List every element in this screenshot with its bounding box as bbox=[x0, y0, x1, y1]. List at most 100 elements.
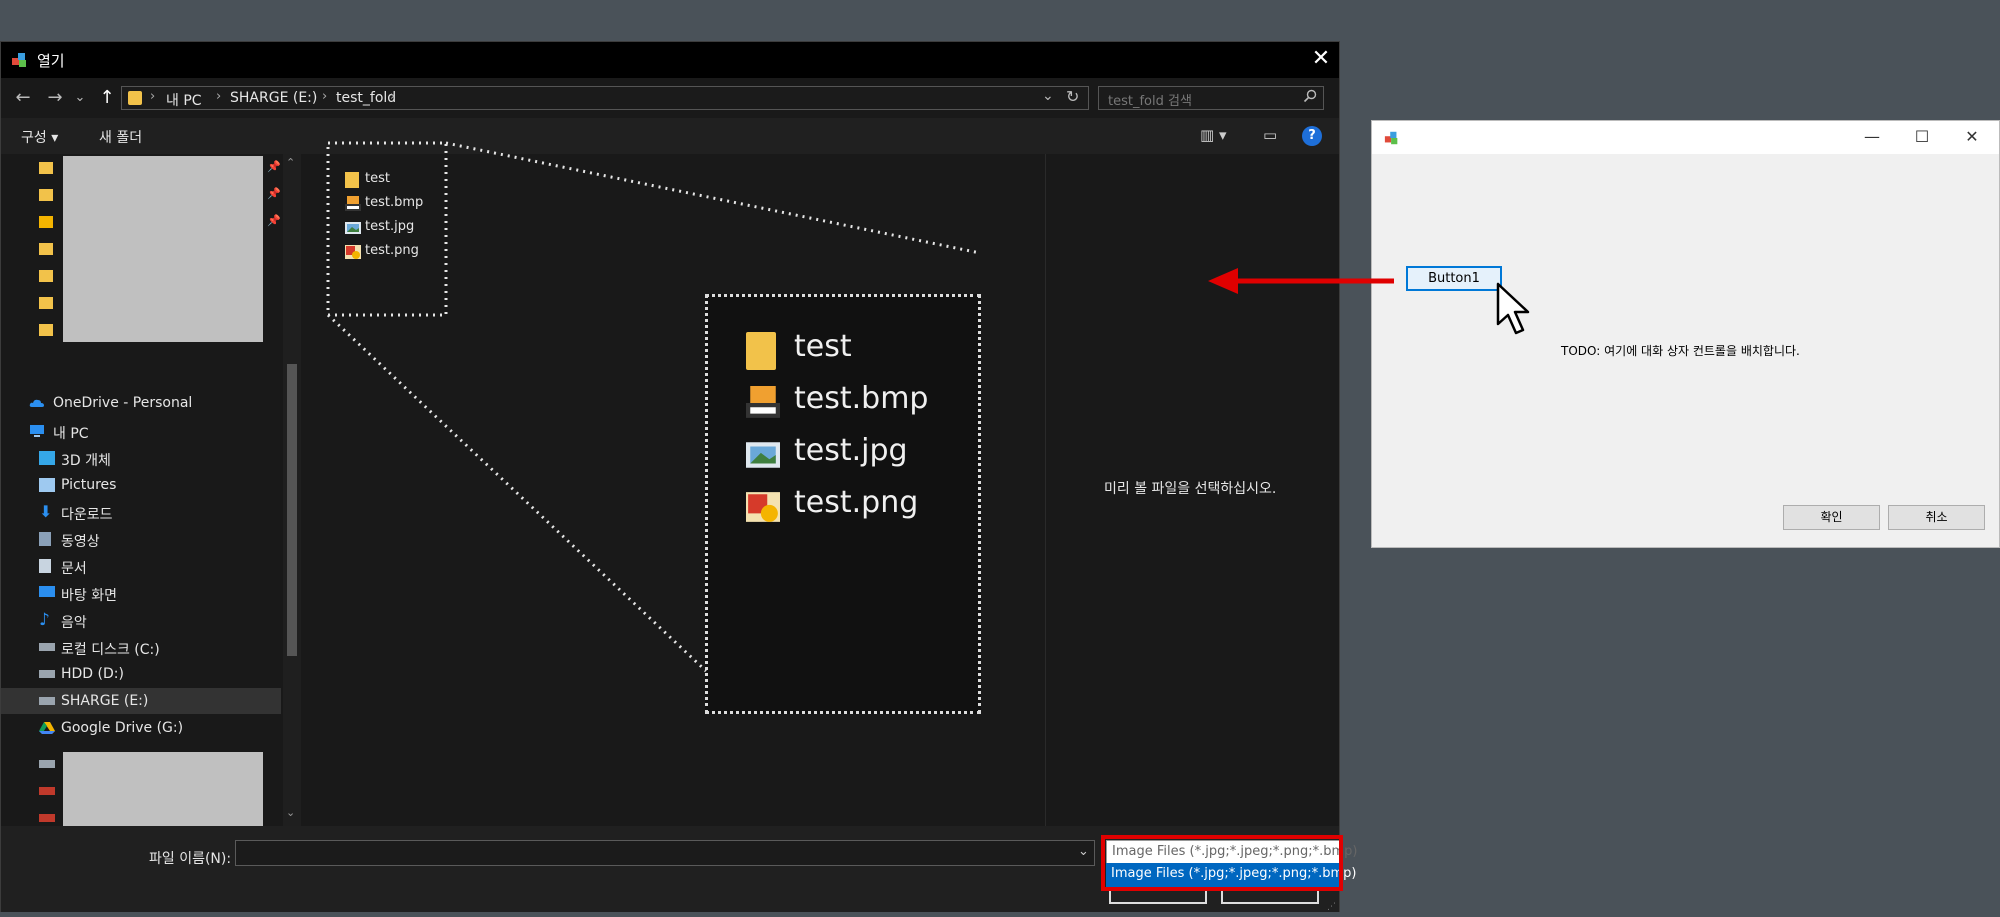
close-icon[interactable]: ✕ bbox=[1949, 123, 1995, 151]
preview-pane: 미리 볼 파일을 선택하십시오. bbox=[1045, 154, 1339, 826]
sidebar-item-label: Pictures bbox=[61, 477, 117, 493]
window-title-bar: — ☐ ✕ bbox=[1372, 121, 1999, 154]
back-icon[interactable]: ← bbox=[11, 86, 35, 110]
todo-prefix: TODO: bbox=[1561, 344, 1601, 358]
sidebar-item-label: OneDrive - Personal bbox=[53, 395, 193, 411]
sidebar-item-hdd-d[interactable]: HDD (D:) bbox=[1, 661, 281, 687]
preview-message: 미리 볼 파일을 선택하십시오. bbox=[1104, 481, 1277, 497]
organize-button[interactable]: 구성 ▾ bbox=[21, 127, 58, 147]
document-icon bbox=[39, 559, 51, 573]
preview-pane-icon[interactable]: ▭ bbox=[1263, 126, 1277, 144]
navigation-pane: 📌 📌 📌 OneDrive - Personal 내 PC 3D 개체 Pic… bbox=[1, 154, 283, 826]
folder-icon bbox=[39, 270, 53, 282]
sidebar-item-this-pc[interactable]: 내 PC bbox=[1, 418, 281, 444]
app-dialog-window: — ☐ ✕ Button1 TODO: 여기에 대화 상자 컨트롤을 배치합니다… bbox=[1371, 120, 2000, 548]
view-options-icon[interactable]: ▥ ▾ bbox=[1200, 126, 1226, 144]
breadcrumb-separator: › bbox=[390, 89, 396, 104]
3d-objects-icon bbox=[39, 451, 55, 465]
sidebar-item-onedrive[interactable]: OneDrive - Personal bbox=[1, 390, 281, 416]
file-name: test.jpg bbox=[365, 219, 415, 234]
dialog-title: 열기 bbox=[37, 52, 65, 70]
sidebar-item-google-drive-g[interactable]: Google Drive (G:) bbox=[1, 715, 281, 741]
help-icon[interactable]: ? bbox=[1302, 126, 1322, 146]
sidebar-item-label: 문서 bbox=[61, 561, 87, 577]
dialog-title-bar: 열기 ✕ bbox=[1, 42, 1339, 78]
scrollbar-thumb[interactable] bbox=[287, 364, 297, 656]
folder-icon bbox=[39, 162, 53, 174]
cancel-button[interactable]: 취소 bbox=[1888, 505, 1985, 530]
command-toolbar: 구성 ▾ 새 폴더 ▥ ▾ ▭ ? bbox=[1, 118, 1339, 154]
bmp-file-icon bbox=[345, 196, 361, 211]
ok-button[interactable]: 확인 bbox=[1783, 505, 1880, 530]
breadcrumb-separator: › bbox=[216, 89, 222, 104]
refresh-icon[interactable]: ↻ bbox=[1066, 87, 1079, 106]
cloud-icon bbox=[29, 399, 44, 407]
filename-input[interactable]: ⌄ bbox=[235, 840, 1095, 866]
redacted-area bbox=[63, 156, 263, 342]
sidebar-item-label: 바탕 화면 bbox=[61, 588, 117, 604]
search-icon[interactable] bbox=[1303, 89, 1317, 103]
folder-icon bbox=[39, 243, 53, 255]
sidebar-item-sharge-e[interactable]: SHARGE (E:) bbox=[1, 688, 281, 714]
jpg-file-icon bbox=[345, 222, 361, 234]
music-icon: ♪ bbox=[39, 610, 50, 630]
zoom-file-name: test.bmp bbox=[794, 381, 929, 416]
navigation-bar: ← → ⌄ ↑ › 내 PC › SHARGE (E:) › test_fold… bbox=[1, 78, 1339, 118]
zoom-file-name: test.png bbox=[794, 485, 919, 520]
sidebar-item-label: 로컬 디스크 (C:) bbox=[61, 642, 160, 658]
folder-icon bbox=[39, 324, 53, 336]
forward-icon[interactable]: → bbox=[43, 86, 67, 110]
sidebar-scrollbar[interactable]: ⌃ ⌄ bbox=[283, 154, 301, 826]
hdd-icon bbox=[39, 670, 55, 678]
video-icon bbox=[39, 532, 51, 546]
chevron-down-icon[interactable]: ⌄ bbox=[1078, 844, 1089, 859]
maximize-icon[interactable]: ☐ bbox=[1899, 123, 1945, 151]
highlight-box bbox=[1101, 835, 1343, 891]
new-folder-button[interactable]: 새 폴더 bbox=[99, 127, 142, 147]
sidebar-item-label: 다운로드 bbox=[61, 507, 113, 523]
redacted-area bbox=[63, 752, 263, 826]
sidebar-item-desktop[interactable]: 바탕 화면 bbox=[1, 580, 281, 606]
recent-locations-icon[interactable]: ⌄ bbox=[73, 86, 87, 110]
app-icon bbox=[12, 53, 26, 67]
zoom-file-name: test.jpg bbox=[794, 433, 908, 468]
sidebar-item-label: SHARGE (E:) bbox=[61, 693, 149, 709]
close-icon[interactable]: ✕ bbox=[1306, 44, 1336, 74]
button1[interactable]: Button1 bbox=[1406, 266, 1502, 291]
sidebar-item-label: Google Drive (G:) bbox=[61, 720, 184, 736]
address-bar[interactable]: › 내 PC › SHARGE (E:) › test_fold › ⌄ ↻ bbox=[121, 86, 1089, 110]
png-file-icon bbox=[746, 492, 780, 522]
scroll-down-icon[interactable]: ⌄ bbox=[286, 806, 295, 819]
computer-icon bbox=[30, 425, 44, 437]
sidebar-item-label: 동영상 bbox=[61, 534, 100, 550]
breadcrumb-test-fold[interactable]: test_fold bbox=[336, 90, 396, 106]
sidebar-item-music[interactable]: ♪ 음악 bbox=[1, 607, 281, 633]
google-drive-icon bbox=[39, 216, 53, 228]
google-drive-icon bbox=[39, 722, 55, 734]
breadcrumb-this-pc[interactable]: 내 PC bbox=[166, 90, 202, 110]
address-dropdown-icon[interactable]: ⌄ bbox=[1042, 88, 1054, 104]
resize-grip-icon[interactable]: ⋰ bbox=[1327, 902, 1336, 912]
sidebar-item-videos[interactable]: 동영상 bbox=[1, 526, 281, 552]
search-box[interactable]: test_fold 검색 bbox=[1098, 86, 1324, 110]
scroll-up-icon[interactable]: ⌃ bbox=[286, 156, 295, 169]
png-file-icon bbox=[345, 245, 361, 259]
sidebar-item-local-disk-c[interactable]: 로컬 디스크 (C:) bbox=[1, 634, 281, 660]
pin-icon: 📌 bbox=[267, 187, 281, 200]
sidebar-item-pictures[interactable]: Pictures bbox=[1, 472, 281, 498]
sidebar-item-label: 음악 bbox=[61, 615, 87, 631]
drive-icon bbox=[39, 760, 55, 768]
sidebar-item-label: 내 PC bbox=[53, 426, 89, 442]
up-icon[interactable]: ↑ bbox=[95, 86, 119, 110]
drive-icon bbox=[39, 814, 55, 822]
breadcrumb-sharge-drive[interactable]: SHARGE (E:) bbox=[230, 90, 317, 106]
download-icon: ⬇ bbox=[39, 502, 53, 521]
zoom-inset: test test.bmp test.jpg test.png bbox=[705, 294, 981, 714]
desktop-icon bbox=[39, 586, 55, 597]
sidebar-item-documents[interactable]: 문서 bbox=[1, 553, 281, 579]
search-placeholder: test_fold 검색 bbox=[1108, 94, 1192, 109]
minimize-icon[interactable]: — bbox=[1849, 123, 1895, 151]
sidebar-item-downloads[interactable]: ⬇ 다운로드 bbox=[1, 499, 281, 525]
sidebar-item-3d-objects[interactable]: 3D 개체 bbox=[1, 445, 281, 471]
open-file-dialog: 열기 ✕ ← → ⌄ ↑ › 내 PC › SHARGE (E:) › test… bbox=[0, 41, 1357, 912]
